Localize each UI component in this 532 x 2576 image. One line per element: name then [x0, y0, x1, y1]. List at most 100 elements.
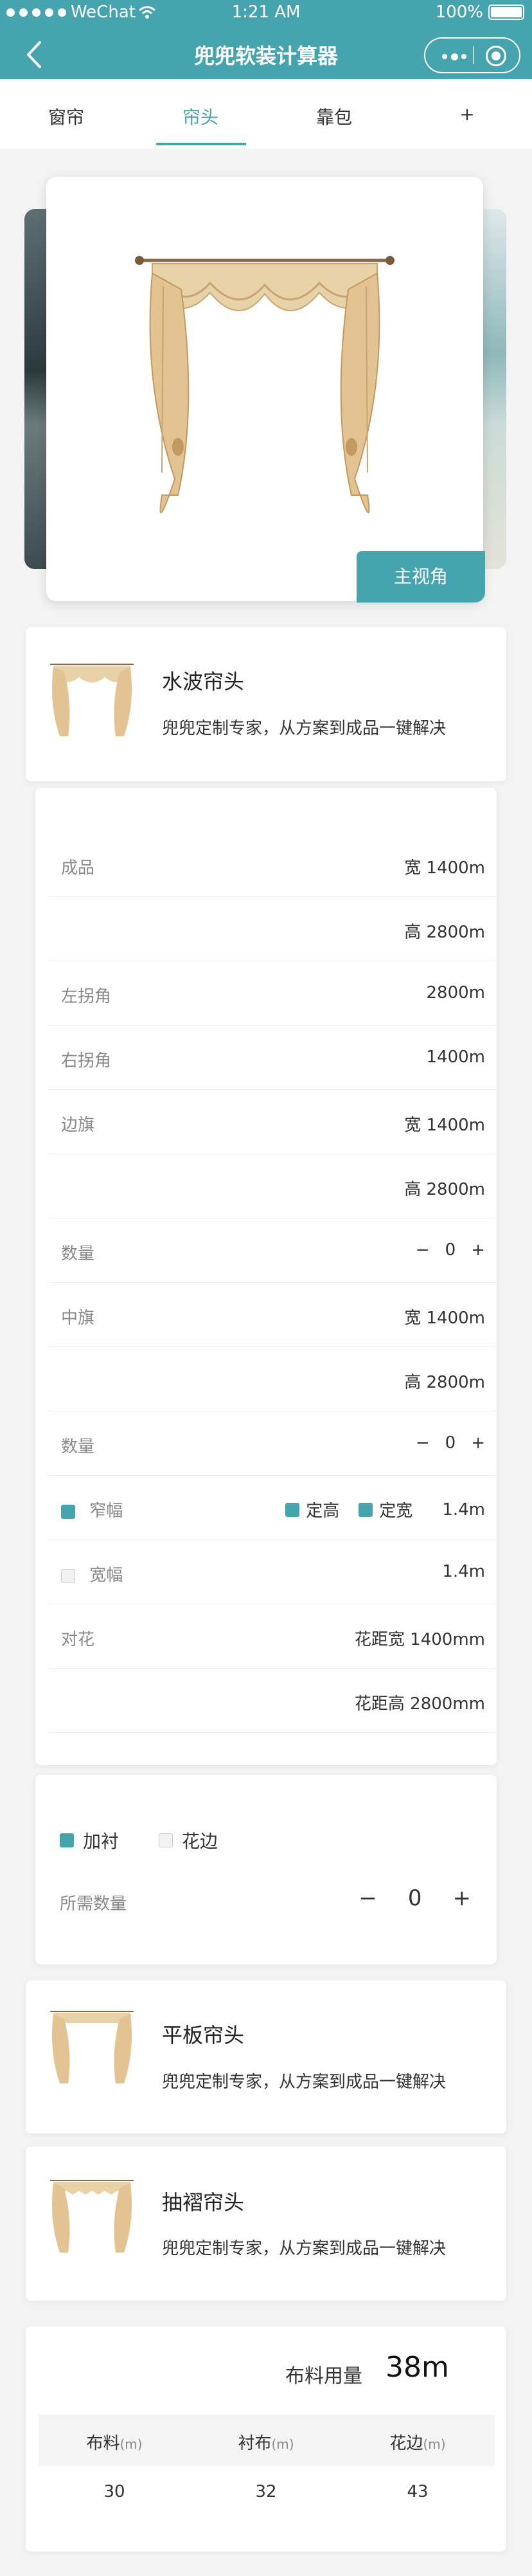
fixed-width-label: 定宽: [379, 1501, 413, 1521]
active-tab-indicator: [156, 143, 246, 145]
right-corner-value[interactable]: 1400m: [427, 1048, 486, 1067]
narrow-label: 窄幅: [89, 1501, 123, 1521]
spec-row-finished-height[interactable]: 高 2800m: [48, 897, 498, 961]
quantity-stepper: − 0 +: [416, 1240, 485, 1260]
qty-value: 0: [445, 1433, 456, 1453]
battery-icon: [488, 5, 524, 20]
finished-height-value[interactable]: 高 2800m: [404, 919, 485, 943]
product-desc: 兜兜定制专家，从方案到成品一键解决: [162, 2239, 447, 2258]
spec-row-side-flag-height[interactable]: 高 2800m: [48, 1154, 498, 1219]
spec-row-qty-2: 数量 − 0 +: [48, 1411, 498, 1476]
product-card-pleated[interactable]: 抽褶帘头 兜兜定制专家，从方案到成品一键解决: [26, 2146, 506, 2301]
main-view-button[interactable]: 主视角: [357, 551, 485, 603]
pattern-width-value[interactable]: 花距宽 1400mm: [355, 1626, 485, 1650]
narrow-options: 定高 定宽 1.4m: [285, 1498, 485, 1521]
spec-row-wide: 宽幅 1.4m: [48, 1540, 498, 1604]
wide-option[interactable]: 宽幅: [61, 1562, 123, 1586]
qty-value: 0: [445, 1240, 456, 1260]
hero-image-card: [46, 177, 483, 601]
spec-row-middle-flag-height[interactable]: 高 2800m: [48, 1347, 498, 1411]
column-header-lace: 花边(m): [389, 2434, 446, 2453]
middle-flag-height-value[interactable]: 高 2800m: [404, 1369, 485, 1393]
plus-button[interactable]: +: [453, 1885, 472, 1911]
mini-program-capsule: [424, 37, 520, 73]
tab-curtain[interactable]: 窗帘: [48, 104, 84, 129]
minus-button[interactable]: −: [359, 1885, 377, 1911]
spec-card: 成品 宽 1400m 高 2800m 左拐角 2800m 右拐角 1400m 边…: [35, 788, 498, 1765]
checkbox-checked-icon[interactable]: [359, 1502, 373, 1517]
plus-button[interactable]: +: [471, 1240, 485, 1260]
checkbox-checked-icon[interactable]: [60, 1833, 74, 1847]
spec-row-pattern-height[interactable]: 花距高 2800mm: [48, 1669, 498, 1733]
checkbox-unchecked-icon[interactable]: [61, 1568, 75, 1583]
more-icon[interactable]: [442, 53, 466, 60]
qty-label: 数量: [61, 1437, 95, 1456]
product-name: 抽褶帘头: [162, 2190, 245, 2215]
curtain-thumbnail: [50, 2180, 134, 2253]
middle-flag-width-value[interactable]: 宽 1400m: [404, 1305, 485, 1329]
product-desc: 兜兜定制专家，从方案到成品一键解决: [162, 719, 447, 738]
spec-row-qty-1: 数量 − 0 +: [48, 1219, 498, 1283]
lining-label: 加衬: [83, 1831, 120, 1852]
narrow-value: 1.4m: [442, 1500, 485, 1519]
narrow-option[interactable]: 窄幅: [61, 1498, 123, 1521]
tab-valance[interactable]: 帘头: [182, 104, 218, 129]
wide-label: 宽幅: [89, 1566, 123, 1585]
lining-value: 32: [255, 2482, 277, 2501]
side-flag-width-value[interactable]: 宽 1400m: [404, 1112, 485, 1136]
column-header-fabric: 布料(m): [86, 2434, 143, 2453]
fixed-height-label: 定高: [306, 1501, 340, 1521]
usage-label: 布料用量: [285, 2365, 362, 2388]
checkbox-checked-icon[interactable]: [61, 1504, 75, 1519]
product-card-water-wave[interactable]: 水波帘头 兜兜定制专家，从方案到成品一键解决: [26, 627, 506, 781]
side-flag-height-value[interactable]: 高 2800m: [404, 1176, 485, 1200]
plus-button[interactable]: +: [471, 1433, 485, 1453]
tab-add[interactable]: +: [459, 104, 474, 125]
lace-label: 花边: [182, 1831, 218, 1852]
need-qty-value: 0: [407, 1885, 422, 1911]
product-desc: 兜兜定制专家，从方案到成品一键解决: [162, 2073, 447, 2092]
minus-button[interactable]: −: [416, 1240, 430, 1260]
need-qty-stepper: − 0 +: [359, 1885, 471, 1911]
lining-option[interactable]: 加衬: [60, 1828, 119, 1853]
extras-card: 加衬 花边 所需数量 − 0 +: [35, 1775, 497, 1964]
right-corner-label: 右拐角: [61, 1051, 112, 1071]
spec-row-finished-width[interactable]: 成品 宽 1400m: [48, 833, 498, 897]
finished-width-value[interactable]: 宽 1400m: [404, 855, 485, 878]
column-header-lining: 衬布(m): [238, 2434, 294, 2453]
product-card-flat[interactable]: 平板帘头 兜兜定制专家，从方案到成品一键解决: [26, 1981, 506, 2134]
spec-row-right-corner[interactable]: 右拐角 1400m: [48, 1026, 498, 1090]
lace-value: 43: [407, 2482, 429, 2501]
side-flag-label: 边旗: [61, 1116, 95, 1135]
product-name: 平板帘头: [162, 2023, 245, 2047]
quantity-stepper: − 0 +: [416, 1433, 485, 1453]
pattern-label: 对花: [61, 1630, 95, 1649]
finished-label: 成品: [61, 858, 95, 878]
checkbox-checked-icon[interactable]: [285, 1502, 300, 1517]
wide-value: 1.4m: [442, 1562, 485, 1581]
product-name: 水波帘头: [162, 669, 245, 694]
checkbox-unchecked-icon[interactable]: [159, 1833, 173, 1847]
lace-option[interactable]: 花边: [159, 1828, 218, 1853]
minus-button[interactable]: −: [416, 1433, 430, 1453]
battery-group: 100%: [436, 3, 524, 22]
spec-row-middle-flag-width[interactable]: 中旗 宽 1400m: [48, 1283, 498, 1347]
curtain-image: [135, 256, 395, 514]
usage-value: 38m: [386, 2351, 449, 2384]
middle-flag-label: 中旗: [61, 1309, 95, 1328]
tab-cushion[interactable]: 靠包: [316, 104, 352, 129]
left-corner-label: 左拐角: [61, 987, 112, 1006]
status-bar: WeChat 1:21 AM 100%: [0, 0, 532, 26]
qty-label: 数量: [61, 1244, 95, 1264]
capsule-divider: [473, 46, 474, 64]
spec-row-pattern-width[interactable]: 对花 花距宽 1400mm: [48, 1604, 498, 1669]
curtain-thumbnail: [50, 2011, 134, 2083]
close-target-icon[interactable]: [486, 46, 506, 66]
left-corner-value[interactable]: 2800m: [427, 983, 486, 1002]
pattern-height-value[interactable]: 花距高 2800mm: [355, 1691, 485, 1714]
spec-row-side-flag-width[interactable]: 边旗 宽 1400m: [48, 1090, 498, 1154]
spec-row-narrow: 窄幅 定高 定宽 1.4m: [48, 1476, 498, 1540]
need-qty-label: 所需数量: [60, 1894, 127, 1914]
category-tabs: 窗帘 帘头 靠包 +: [0, 79, 532, 149]
spec-row-left-corner[interactable]: 左拐角 2800m: [48, 961, 498, 1026]
